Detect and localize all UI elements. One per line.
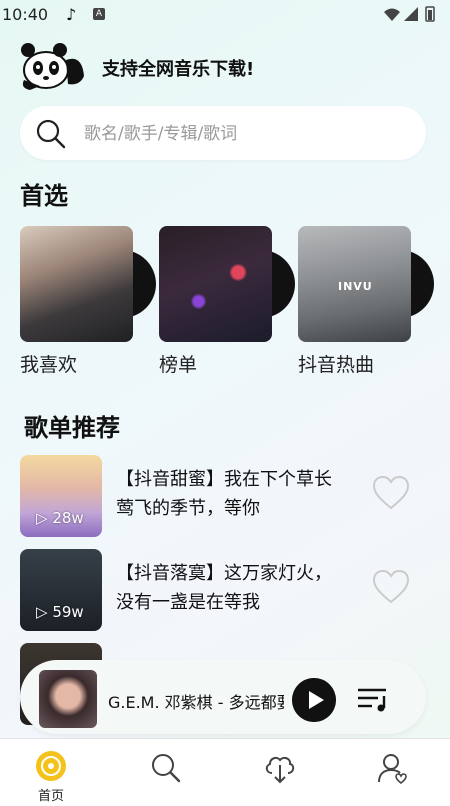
- play-button[interactable]: [292, 678, 336, 722]
- cover-text: INVU: [338, 280, 373, 293]
- playlist-title: 【抖音落寞】这万家灯火，没有一盏是在等我: [116, 563, 332, 613]
- music-note-icon: ♪: [66, 5, 77, 24]
- pick-cover: [159, 226, 295, 342]
- playlist-queue-icon[interactable]: [356, 686, 390, 712]
- cover-image: [159, 226, 272, 342]
- now-playing-title: G.E.M. 邓紫棋 - 多远都要在一起: [108, 693, 284, 712]
- tab-home[interactable]: 首页: [11, 739, 91, 806]
- playlist-thumbnail: ▷ 28w: [20, 455, 102, 537]
- tab-download[interactable]: [239, 739, 319, 806]
- search-icon: [152, 754, 181, 783]
- signal-battery-icon: [384, 6, 435, 22]
- cloud-download-icon: [265, 756, 295, 784]
- pick-cover: INVU: [298, 226, 434, 342]
- pick-douyin-hits[interactable]: INVU 抖音热曲: [298, 226, 434, 377]
- album-art: [39, 670, 97, 728]
- playlist-item[interactable]: ▷ 28w 【抖音甜蜜】我在下个草长莺飞的季节，等你: [20, 455, 420, 537]
- app-header: 支持全网音乐下载!: [20, 40, 420, 92]
- search-icon: [36, 119, 66, 149]
- tab-profile[interactable]: [352, 739, 432, 806]
- heart-icon[interactable]: [372, 475, 410, 511]
- app-slogan: 支持全网音乐下载!: [102, 59, 255, 80]
- tab-search[interactable]: [125, 739, 205, 806]
- pick-label: 榜单: [159, 354, 198, 376]
- pick-label: 抖音热曲: [298, 354, 375, 376]
- a-notification-icon: A: [93, 8, 105, 20]
- pick-label: 我喜欢: [20, 354, 78, 376]
- playlist-item[interactable]: ▷ 59w 【抖音落寞】这万家灯火，没有一盏是在等我: [20, 549, 420, 631]
- playlist-thumbnail: ▷ 59w: [20, 549, 102, 631]
- play-count-value: 28w: [52, 509, 84, 527]
- home-icon: [36, 751, 66, 781]
- pick-favorites[interactable]: 我喜欢: [20, 226, 156, 377]
- heart-icon[interactable]: [372, 569, 410, 605]
- play-count: ▷ 28w: [36, 509, 84, 527]
- user-heart-icon: [378, 754, 407, 785]
- playlist-title: 【抖音甜蜜】我在下个草长莺飞的季节，等你: [116, 469, 332, 519]
- cover-image: [20, 226, 133, 342]
- search-input[interactable]: [82, 118, 406, 150]
- panda-logo-icon: [21, 43, 84, 90]
- status-time: 10:40: [2, 5, 49, 24]
- pick-charts[interactable]: 榜单: [159, 226, 295, 377]
- mini-player[interactable]: G.E.M. 邓紫棋 - 多远都要在一起: [20, 660, 426, 734]
- status-bar: 10:40 ♪ A: [0, 0, 450, 28]
- playlists-section-title: 歌单推荐: [24, 414, 120, 442]
- play-count-value: 59w: [52, 603, 84, 621]
- pick-cover: [20, 226, 156, 342]
- tab-home-label: 首页: [37, 789, 64, 804]
- play-count: ▷ 59w: [36, 603, 84, 621]
- search-bar[interactable]: [20, 106, 426, 160]
- picks-section-title: 首选: [20, 182, 68, 210]
- cover-image: INVU: [298, 226, 411, 342]
- bottom-tab-bar: 首页: [0, 738, 450, 806]
